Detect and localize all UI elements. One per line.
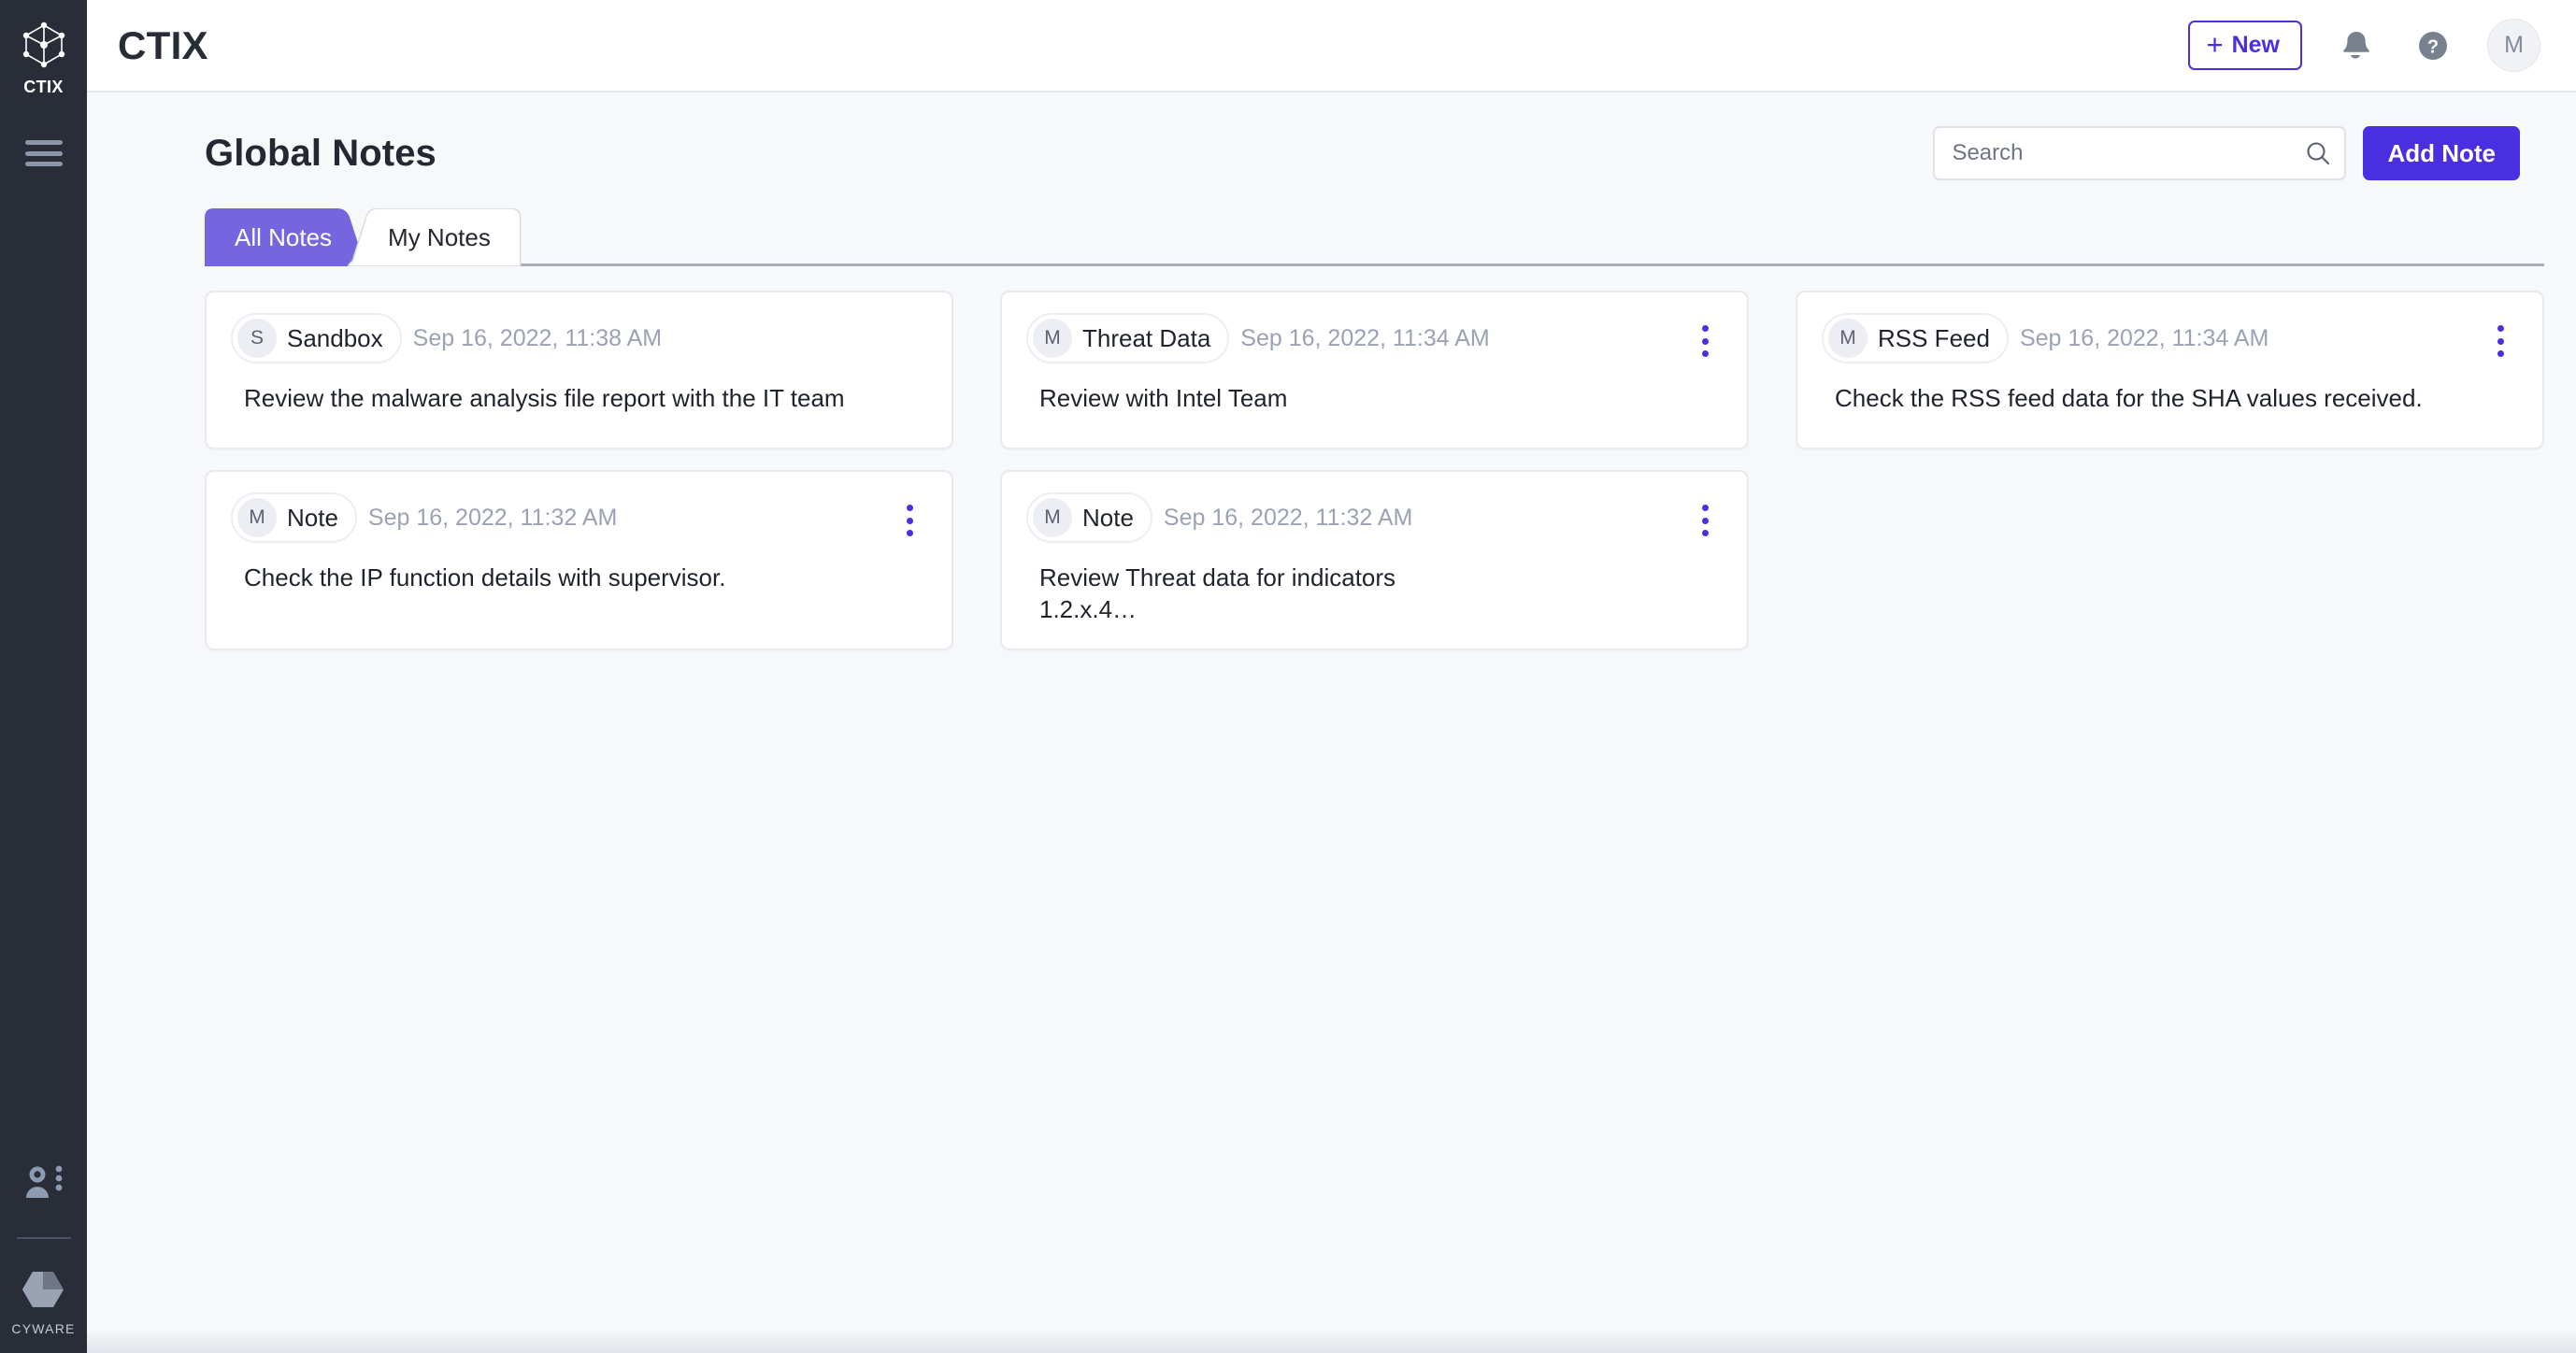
note-owner-name: Note <box>287 503 338 532</box>
topbar-actions: + New ? M <box>2188 19 2540 72</box>
user-settings-icon[interactable] <box>21 1162 66 1203</box>
main-area: CTIX + New ? M Global Notes Search Add N… <box>87 0 2576 1353</box>
note-card-header: M Note Sep 16, 2022, 11:32 AM <box>1026 492 1723 543</box>
note-more-options-icon[interactable] <box>2484 322 2516 360</box>
note-card-header: S Sandbox Sep 16, 2022, 11:38 AM <box>231 313 927 363</box>
note-more-options-icon[interactable] <box>1689 322 1721 360</box>
tabs-bar: All Notes My Notes <box>87 207 2576 267</box>
plus-icon: + <box>2206 28 2224 61</box>
new-button-label: New <box>2231 32 2280 58</box>
note-owner-avatar: M <box>1033 319 1072 358</box>
hamburger-bar <box>24 150 63 156</box>
note-owner-avatar: M <box>1033 498 1072 537</box>
avatar-initial: M <box>2504 32 2524 58</box>
note-owner-avatar: S <box>237 319 277 358</box>
hamburger-bar <box>24 162 63 166</box>
cyware-brand: CYWARE <box>11 1267 75 1336</box>
app-root: CTIX CYWARE CTIX + New ? M Global Notes … <box>0 0 2576 1353</box>
note-card[interactable]: M Threat Data Sep 16, 2022, 11:34 AM Rev… <box>1000 291 1749 449</box>
notes-area: S Sandbox Sep 16, 2022, 11:38 AM Review … <box>87 266 2576 1353</box>
note-owner-avatar: M <box>1828 319 1868 358</box>
hamburger-menu-icon[interactable] <box>24 140 63 166</box>
note-owner-name: Sandbox <box>287 323 383 352</box>
note-text: Review Threat data for indicators 1.2.x.… <box>1039 563 1396 624</box>
notes-grid: S Sandbox Sep 16, 2022, 11:38 AM Review … <box>205 291 2544 650</box>
bell-icon[interactable] <box>2334 23 2379 68</box>
add-note-button[interactable]: Add Note <box>2363 126 2520 180</box>
page-title: Global Notes <box>205 132 436 174</box>
page-header: Global Notes Add Note <box>87 93 2576 180</box>
sidebar-logo-label: CTIX <box>23 78 64 96</box>
note-text: Check the IP function details with super… <box>244 563 726 591</box>
note-card-header: M Note Sep 16, 2022, 11:32 AM <box>231 492 927 543</box>
cube-network-icon <box>20 21 68 69</box>
tab-my-notes[interactable]: My Notes <box>347 207 522 267</box>
note-card[interactable]: M Note Sep 16, 2022, 11:32 AM Check the … <box>205 470 953 650</box>
note-owner-chip: M RSS Feed <box>1822 313 2009 363</box>
svg-text:?: ? <box>2427 36 2439 57</box>
note-text: Review the malware analysis file report … <box>244 384 845 412</box>
note-card[interactable]: M RSS Feed Sep 16, 2022, 11:34 AM Check … <box>1796 291 2544 449</box>
note-more-options-icon[interactable] <box>1689 502 1721 539</box>
tab-label: All Notes <box>235 222 333 251</box>
note-owner-avatar: M <box>237 498 277 537</box>
note-text: Review with Intel Team <box>1039 384 1288 412</box>
note-more-options-icon[interactable] <box>894 502 925 539</box>
tab-all-notes[interactable]: All Notes <box>205 208 365 266</box>
note-owner-name: Note <box>1082 503 1134 532</box>
sidebar-footer: CYWARE <box>0 1162 87 1353</box>
topbar: CTIX + New ? M <box>87 0 2576 93</box>
new-button[interactable]: + New <box>2188 21 2302 70</box>
note-date: Sep 16, 2022, 11:32 AM <box>367 504 618 531</box>
note-owner-chip: M Note <box>231 492 357 543</box>
note-text: Check the RSS feed data for the SHA valu… <box>1835 384 2423 412</box>
app-title: CTIX <box>118 22 208 67</box>
cyware-logo-icon <box>20 1267 66 1312</box>
note-owner-chip: M Threat Data <box>1026 313 1230 363</box>
note-card[interactable]: M Note Sep 16, 2022, 11:32 AM Review Thr… <box>1000 470 1749 650</box>
search-icon[interactable] <box>2303 138 2333 168</box>
cyware-brand-label: CYWARE <box>11 1321 76 1336</box>
search-input[interactable] <box>1933 126 2347 180</box>
sidebar-logo[interactable]: CTIX <box>20 21 68 97</box>
note-date: Sep 16, 2022, 11:34 AM <box>1240 324 1490 351</box>
note-card-header: M RSS Feed Sep 16, 2022, 11:34 AM <box>1822 313 2518 363</box>
hamburger-bar <box>24 140 63 145</box>
note-card[interactable]: S Sandbox Sep 16, 2022, 11:38 AM Review … <box>205 291 953 449</box>
note-owner-name: Threat Data <box>1082 323 1211 352</box>
note-date: Sep 16, 2022, 11:38 AM <box>412 324 663 351</box>
help-circle-icon[interactable]: ? <box>2411 23 2455 68</box>
sidebar-divider <box>16 1237 71 1239</box>
note-owner-chip: M Note <box>1026 492 1152 543</box>
search-box <box>1933 126 2347 180</box>
note-owner-name: RSS Feed <box>1878 323 1990 352</box>
avatar[interactable]: M <box>2487 19 2540 72</box>
note-owner-chip: S Sandbox <box>231 313 402 363</box>
page-header-actions: Add Note <box>1933 126 2520 180</box>
tab-label: My Notes <box>388 222 491 251</box>
note-card-header: M Threat Data Sep 16, 2022, 11:34 AM <box>1026 313 1723 363</box>
note-date: Sep 16, 2022, 11:34 AM <box>2019 324 2269 351</box>
sidebar: CTIX CYWARE <box>0 0 87 1353</box>
note-date: Sep 16, 2022, 11:32 AM <box>1163 504 1413 531</box>
tabs-list: All Notes My Notes <box>205 207 2576 267</box>
